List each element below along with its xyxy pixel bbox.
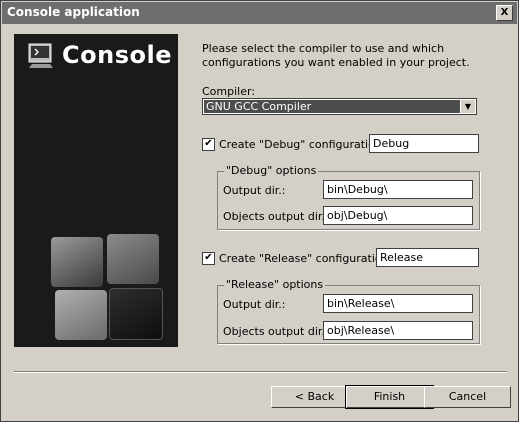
title-bar[interactable]: Console application X bbox=[2, 2, 517, 24]
debug-checkbox[interactable]: ✔ bbox=[202, 138, 215, 151]
wizard-side-panel: Console bbox=[14, 34, 178, 347]
button-separator bbox=[14, 371, 507, 373]
debug-checkbox-label: Create "Debug" configuration: bbox=[219, 138, 386, 151]
debug-name-input[interactable]: Debug bbox=[369, 134, 479, 153]
cube-bottom-left bbox=[55, 290, 107, 340]
debug-output-dir-label: Output dir.: bbox=[223, 184, 286, 197]
compiler-label: Compiler: bbox=[202, 85, 256, 98]
banner: Console bbox=[26, 40, 172, 70]
release-options-title: "Release" options bbox=[224, 278, 326, 291]
finish-button[interactable]: Finish bbox=[345, 385, 434, 409]
close-icon: X bbox=[500, 7, 509, 18]
window-title: Console application bbox=[7, 5, 140, 19]
release-checkbox-label: Create "Release" configuration: bbox=[219, 252, 393, 265]
debug-options-title: "Debug" options bbox=[224, 164, 319, 177]
cancel-button[interactable]: Cancel bbox=[424, 386, 511, 408]
chevron-down-icon[interactable]: ▼ bbox=[460, 100, 475, 113]
compiler-select-value: GNU GCC Compiler bbox=[204, 100, 460, 113]
release-checkbox[interactable]: ✔ bbox=[202, 252, 215, 265]
back-button[interactable]: < Back bbox=[271, 386, 358, 408]
cube-bottom-right bbox=[109, 288, 163, 340]
wizard-window: Console application X Console Please sel… bbox=[0, 0, 519, 422]
banner-title: Console bbox=[62, 41, 172, 69]
cube-top-left bbox=[51, 237, 103, 287]
debug-objects-dir-input[interactable]: obj\Debug\ bbox=[323, 206, 473, 225]
release-objects-dir-label: Objects output dir.: bbox=[223, 325, 329, 338]
debug-objects-dir-label: Objects output dir.: bbox=[223, 210, 329, 223]
intro-text: Please select the compiler to use and wh… bbox=[202, 42, 470, 69]
cube-top-right bbox=[107, 234, 159, 284]
console-app-icon bbox=[28, 43, 53, 68]
compiler-select[interactable]: GNU GCC Compiler ▼ bbox=[202, 98, 477, 115]
release-name-input[interactable]: Release bbox=[376, 248, 479, 267]
close-button[interactable]: X bbox=[496, 5, 513, 21]
release-output-dir-label: Output dir.: bbox=[223, 298, 286, 311]
cubes-logo bbox=[49, 234, 163, 344]
release-objects-dir-input[interactable]: obj\Release\ bbox=[323, 321, 473, 340]
debug-output-dir-input[interactable]: bin\Debug\ bbox=[323, 180, 473, 199]
release-output-dir-input[interactable]: bin\Release\ bbox=[323, 294, 473, 313]
